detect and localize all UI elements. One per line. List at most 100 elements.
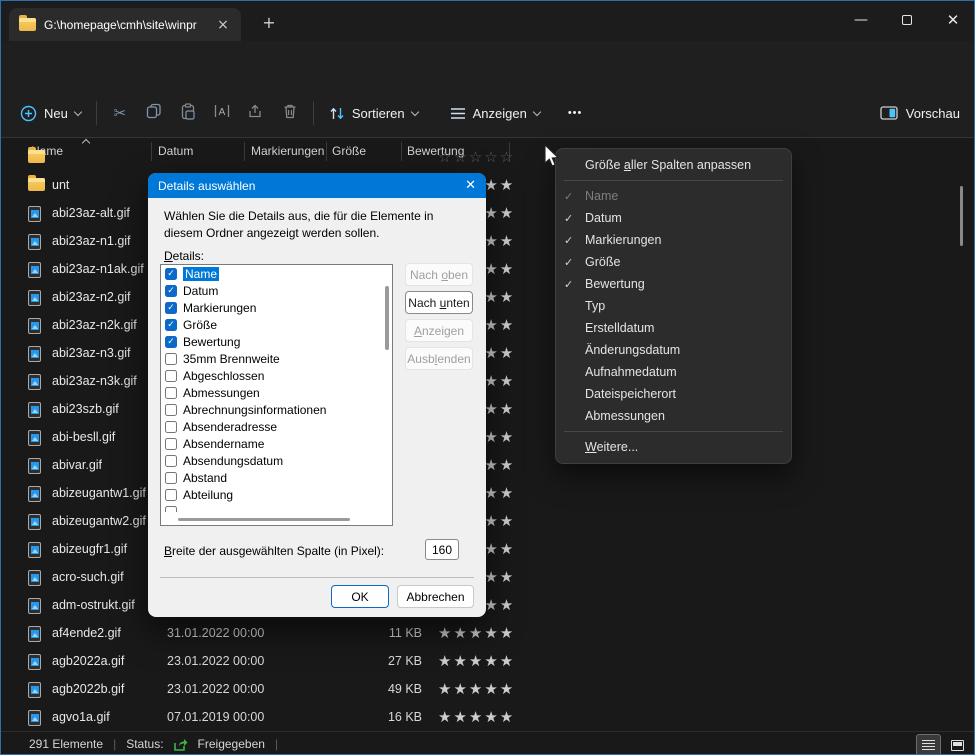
menu-item-erstelldatum[interactable]: Erstelldatum <box>556 317 791 339</box>
file-name: abi23az-alt.gif <box>52 206 130 220</box>
ellipsis-icon: ••• <box>568 107 583 119</box>
file-row[interactable]: agb2022b.gif23.01.2022 00:0049 KB★★★★★ <box>2 676 562 704</box>
copy-button[interactable] <box>137 103 171 123</box>
image-file-icon <box>28 570 41 586</box>
file-row[interactable]: agb2022a.gif23.01.2022 00:0027 KB★★★★★ <box>2 648 562 676</box>
maximize-icon <box>902 15 912 25</box>
file-row[interactable]: ☆☆☆☆☆ <box>2 144 562 172</box>
new-tab-button[interactable]: + <box>257 13 281 32</box>
image-file-icon <box>28 234 41 250</box>
rename-icon: A <box>213 103 231 119</box>
new-button[interactable]: Neu <box>11 99 90 128</box>
details-list-item[interactable]: Abgeschlossen <box>161 367 392 384</box>
menu-item-dateispeicherort[interactable]: Dateispeicherort <box>556 383 791 405</box>
menu-item-label: Dateispeicherort <box>585 387 676 401</box>
hide-button[interactable]: Ausblenden <box>405 347 473 370</box>
more-options-button[interactable]: ••• <box>559 101 592 125</box>
listbox-horizontal-thumb[interactable] <box>178 518 350 521</box>
tab-close-icon[interactable]: × <box>213 17 233 33</box>
checkbox[interactable]: ✓ <box>165 336 177 348</box>
checkmark-icon: ✓ <box>564 256 585 269</box>
menu-item-bewertung[interactable]: ✓Bewertung <box>556 273 791 295</box>
rating-stars: ☆☆☆☆☆ <box>438 148 515 166</box>
menu-item-änderungsdatum[interactable]: Änderungsdatum <box>556 339 791 361</box>
details-list-item[interactable]: Absendungsdatum <box>161 452 392 469</box>
details-item-label: Absendername <box>183 437 264 451</box>
details-list-item[interactable]: Abrechnungsinformationen <box>161 401 392 418</box>
checkbox[interactable] <box>165 472 177 484</box>
share-button[interactable] <box>239 103 273 123</box>
details-list-item[interactable]: Abmessungen <box>161 384 392 401</box>
checkbox[interactable] <box>165 455 177 467</box>
paste-button[interactable] <box>171 103 205 124</box>
checkbox[interactable]: ✓ <box>165 319 177 331</box>
status-label: Status: <box>126 737 163 751</box>
checkbox[interactable] <box>165 353 177 365</box>
menu-item-aufnahmedatum[interactable]: Aufnahmedatum <box>556 361 791 383</box>
file-row[interactable]: agvo1a.gif07.01.2019 00:0016 KB★★★★★ <box>2 704 562 732</box>
menu-item-abmessungen[interactable]: Abmessungen <box>556 405 791 427</box>
menu-item-label: Markierungen <box>585 233 661 247</box>
checkbox[interactable]: ✓ <box>165 268 177 280</box>
checkbox[interactable] <box>165 404 177 416</box>
checkbox[interactable] <box>165 421 177 433</box>
view-button[interactable]: Anzeigen <box>441 100 549 127</box>
vertical-scrollbar[interactable] <box>960 186 963 246</box>
checkbox[interactable]: ✓ <box>165 302 177 314</box>
checkbox[interactable] <box>165 489 177 501</box>
details-list-item[interactable]: Abstand <box>161 469 392 486</box>
column-width-input[interactable] <box>425 539 459 560</box>
details-list-item[interactable]: Absendername <box>161 435 392 452</box>
thumbnail-view-button[interactable] <box>945 734 970 755</box>
details-list-item[interactable]: ✓Bewertung <box>161 333 392 350</box>
menu-item-datum[interactable]: ✓Datum <box>556 207 791 229</box>
menu-item-markierungen[interactable]: ✓Markierungen <box>556 229 791 251</box>
menu-item-label: Name <box>585 189 618 203</box>
checkmark-icon: ✓ <box>564 234 585 247</box>
details-list-item[interactable]: ✓Größe <box>161 316 392 333</box>
file-size: 11 KB <box>332 626 422 640</box>
details-list-item[interactable]: ✓Name <box>161 265 392 282</box>
item-count: 291 Elemente <box>29 737 103 751</box>
dialog-title-bar[interactable]: Details auswählen ✕ <box>148 173 486 198</box>
delete-button[interactable] <box>273 103 307 124</box>
move-up-button[interactable]: Nach oben <box>405 263 473 286</box>
dialog-title: Details auswählen <box>158 179 255 193</box>
details-list-item[interactable]: Absenderadresse <box>161 418 392 435</box>
menu-item-more[interactable]: Weitere... <box>556 436 791 458</box>
details-listbox[interactable]: ✓Name✓Datum✓Markierungen✓Größe✓Bewertung… <box>160 264 393 526</box>
checkbox[interactable] <box>165 438 177 450</box>
details-item-label: Abteilung <box>183 488 233 502</box>
details-list-item[interactable]: Abteilung <box>161 486 392 503</box>
show-button[interactable]: Anzeigen <box>405 319 473 342</box>
share-icon <box>247 103 264 119</box>
menu-separator <box>564 180 783 181</box>
maximize-button[interactable] <box>884 1 930 39</box>
preview-toggle-button[interactable]: Vorschau <box>880 106 960 121</box>
cut-button[interactable]: ✂ <box>103 104 137 122</box>
ok-button[interactable]: OK <box>331 585 389 608</box>
explorer-tab[interactable]: G:\homepage\cmh\site\winpr × <box>9 8 241 41</box>
rename-button[interactable]: A <box>205 103 239 123</box>
dialog-close-icon[interactable]: ✕ <box>465 178 476 193</box>
move-down-button[interactable]: Nach unten <box>405 291 473 314</box>
menu-item-resize-columns[interactable]: Größe aller Spalten anpassen <box>556 154 791 176</box>
checkbox[interactable] <box>165 387 177 399</box>
file-date: 23.01.2022 00:00 <box>167 654 264 668</box>
menu-item-größe[interactable]: ✓Größe <box>556 251 791 273</box>
toolbar-separator <box>96 101 97 125</box>
details-list-item[interactable]: ✓Datum <box>161 282 392 299</box>
checkbox[interactable]: ✓ <box>165 285 177 297</box>
minimize-button[interactable]: — <box>838 1 884 39</box>
details-list-item[interactable]: 35mm Brennweite <box>161 350 392 367</box>
details-view-button[interactable] <box>916 734 941 755</box>
sort-button[interactable]: Sortieren <box>320 100 427 127</box>
menu-item-typ[interactable]: Typ <box>556 295 791 317</box>
listbox-vertical-scrollbar[interactable] <box>385 286 389 350</box>
checkbox[interactable] <box>165 370 177 382</box>
close-button[interactable]: ✕ <box>930 1 975 39</box>
cancel-button[interactable]: Abbrechen <box>397 585 474 608</box>
file-row[interactable]: af4ende2.gif31.01.2022 00:0011 KB★★★★★ <box>2 620 562 648</box>
details-list-item[interactable]: ✓Markierungen <box>161 299 392 316</box>
toolbar-separator <box>313 101 314 125</box>
